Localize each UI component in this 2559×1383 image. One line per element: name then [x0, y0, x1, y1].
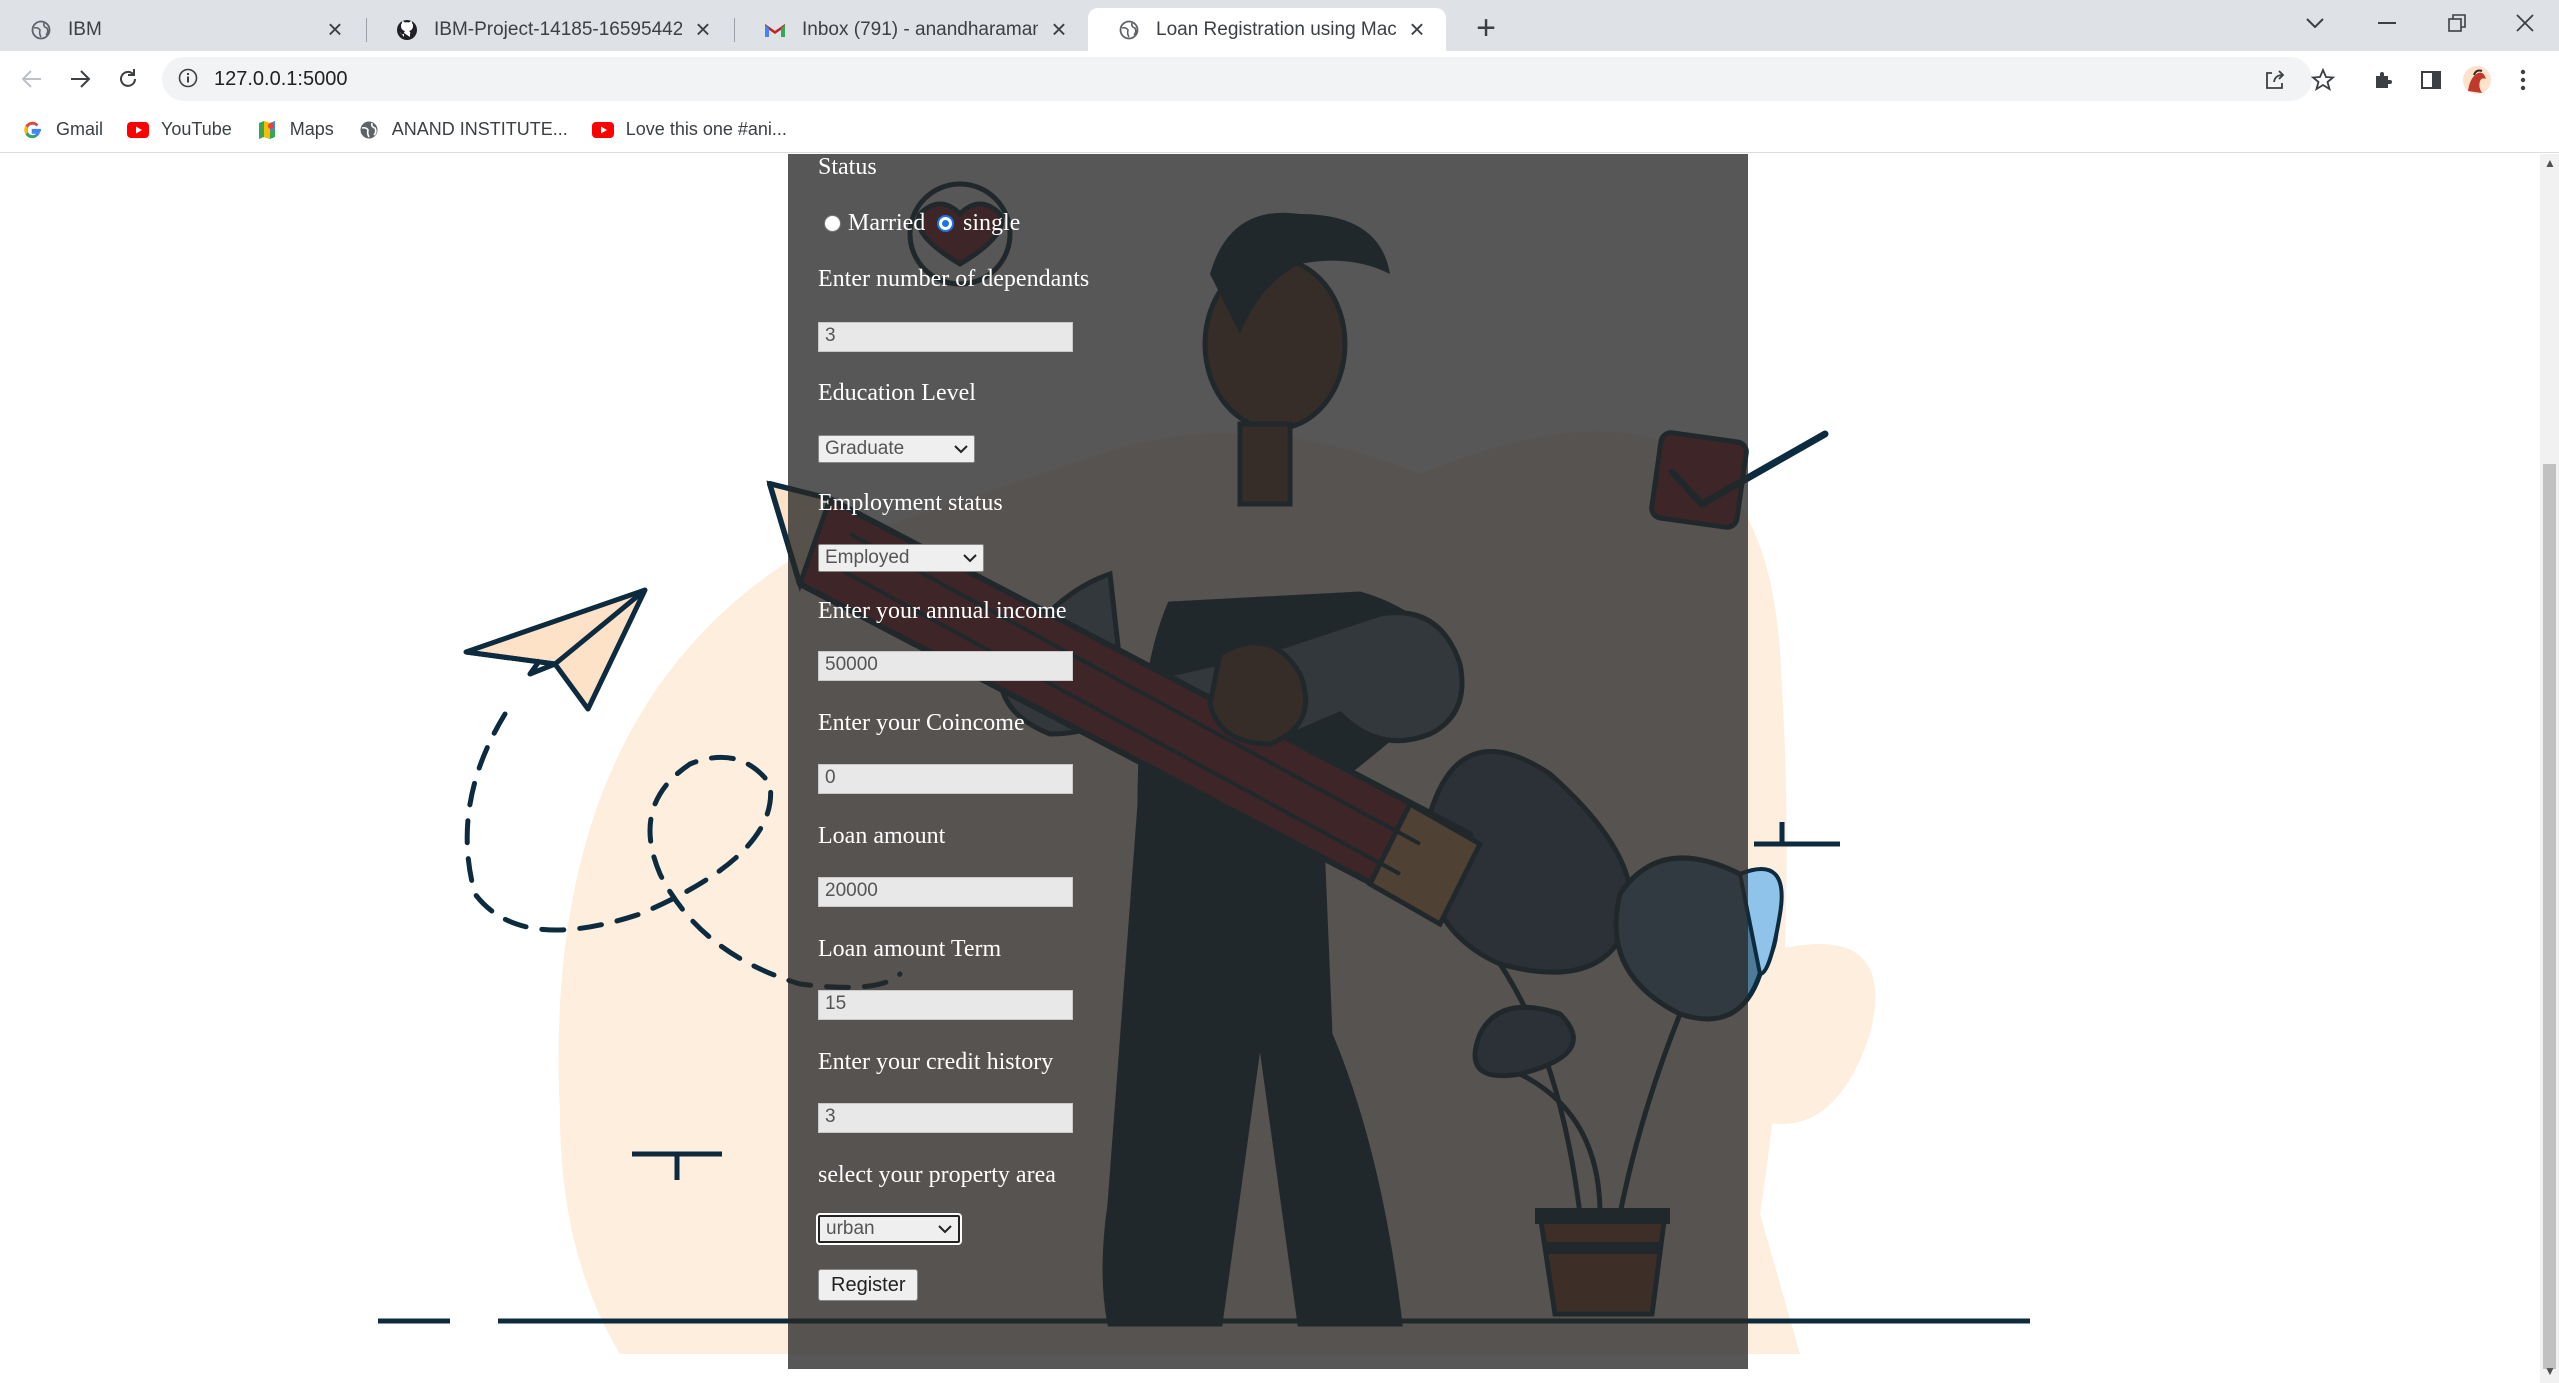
address-bar[interactable]: 127.0.0.1:5000 [162, 57, 2312, 101]
coincome-input[interactable]: 0 [818, 764, 1073, 794]
minimize-button[interactable] [2352, 0, 2422, 46]
back-button[interactable] [12, 59, 52, 99]
bookmark-label: YouTube [161, 119, 232, 139]
bookmark-star-icon[interactable] [2308, 65, 2338, 95]
bookmark-label: Maps [289, 119, 334, 139]
property-area-selected-value: urban [826, 1218, 875, 1239]
bookmark-gmail[interactable]: Gmail [22, 119, 103, 141]
tab-title: Loan Registration using Machine [1156, 18, 1396, 40]
tab-title: IBM-Project-14185-1659544226/ [434, 18, 682, 40]
reload-button[interactable] [108, 59, 148, 99]
bookmark-love-this-one[interactable]: Love this one #ani... [591, 119, 787, 141]
new-tab-button[interactable]: + [1468, 9, 1504, 47]
scroll-down-arrow-icon[interactable]: ▼ [2544, 1365, 2556, 1377]
url-text: 127.0.0.1:5000 [214, 67, 348, 90]
close-window-button[interactable] [2490, 0, 2559, 46]
employment-select[interactable]: Employed [818, 544, 984, 572]
employment-selected-value: Employed [825, 547, 910, 568]
tab-title: Inbox (791) - anandharaman.ar0 [802, 18, 1038, 40]
bookmark-maps[interactable]: Maps [256, 119, 334, 141]
tab-title: IBM [68, 18, 102, 40]
credit-history-input[interactable]: 3 [818, 1103, 1073, 1133]
status-label: Status [818, 154, 877, 180]
single-radio[interactable] [937, 215, 954, 232]
bookmark-anand-institute[interactable]: ANAND INSTITUTE... [358, 119, 568, 141]
browser-toolbar: 127.0.0.1:5000 [0, 51, 2559, 107]
globe-icon [358, 119, 380, 141]
education-select[interactable]: Graduate [818, 435, 975, 463]
employment-label: Employment status [818, 490, 1003, 516]
chevron-down-icon [938, 1224, 952, 1233]
vertical-scrollbar[interactable]: ▲ ▼ [2540, 154, 2559, 1383]
info-icon[interactable] [178, 68, 200, 90]
bookmarks-bar: Gmail YouTube Maps ANAND INSTITUTE... Lo… [0, 107, 2559, 153]
close-tab-icon[interactable]: × [692, 14, 714, 44]
tab-loan-registration[interactable]: Loan Registration using Machine × [1088, 8, 1446, 51]
married-radio[interactable] [824, 215, 841, 232]
loan-amount-label: Loan amount [818, 823, 946, 849]
bookmark-label: Love this one #ani... [625, 119, 787, 139]
bookmark-youtube[interactable]: YouTube [127, 119, 232, 141]
tab-search-icon[interactable] [2280, 0, 2350, 46]
scrollbar-thumb[interactable] [2543, 464, 2556, 1369]
close-tab-icon[interactable]: × [1048, 14, 1070, 44]
dependants-input[interactable]: 3 [818, 322, 1073, 352]
globe-icon [1118, 19, 1140, 41]
close-tab-icon[interactable]: × [324, 14, 346, 44]
single-radio-label: single [963, 210, 1021, 236]
side-panel-icon[interactable] [2416, 65, 2446, 95]
restore-button[interactable] [2422, 0, 2492, 46]
chevron-down-icon [963, 553, 977, 562]
dependants-label: Enter number of dependants [818, 266, 1090, 292]
loan-term-input[interactable]: 15 [818, 990, 1073, 1020]
scroll-up-arrow-icon[interactable]: ▲ [2544, 157, 2556, 169]
education-label: Education Level [818, 380, 976, 406]
credit-history-label: Enter your credit history [818, 1049, 1054, 1075]
education-selected-value: Graduate [825, 438, 905, 459]
profile-avatar[interactable] [2462, 65, 2492, 95]
maps-icon [256, 119, 278, 141]
tab-strip: IBM × IBM-Project-14185-1659544226/ × In… [0, 0, 2559, 51]
share-icon[interactable] [2260, 65, 2290, 95]
property-area-label: select your property area [818, 1162, 1056, 1188]
extensions-icon[interactable] [2368, 65, 2398, 95]
gmail-icon [764, 19, 786, 41]
bookmark-label: Gmail [56, 119, 104, 139]
globe-icon [30, 19, 52, 41]
registration-form-panel: Status Married single Enter number of de… [788, 154, 1748, 1369]
loan-amount-input[interactable]: 20000 [818, 877, 1073, 907]
coincome-label: Enter your Coincome [818, 710, 1025, 736]
income-label: Enter your annual income [818, 598, 1067, 624]
google-icon [22, 119, 44, 141]
menu-icon[interactable] [2508, 65, 2538, 95]
tab-ibm[interactable]: IBM × [0, 8, 364, 51]
page-viewport: Status Married single Enter number of de… [0, 154, 2540, 1383]
forward-button[interactable] [60, 59, 100, 99]
paper-plane-icon [463, 587, 648, 712]
tab-gmail[interactable]: Inbox (791) - anandharaman.ar0 × [734, 8, 1088, 51]
married-radio-label: Married [848, 210, 926, 236]
github-icon [396, 19, 418, 41]
loan-term-label: Loan amount Term [818, 936, 1002, 962]
youtube-icon [127, 119, 150, 141]
tab-github[interactable]: IBM-Project-14185-1659544226/ × [366, 8, 732, 51]
bookmark-label: ANAND INSTITUTE... [391, 119, 568, 139]
property-area-select[interactable]: urban [816, 1213, 962, 1245]
register-button[interactable]: Register [818, 1269, 919, 1301]
close-tab-icon[interactable]: × [1406, 14, 1428, 44]
income-input[interactable]: 50000 [818, 651, 1073, 681]
chevron-down-icon [954, 444, 968, 453]
youtube-icon [591, 119, 614, 141]
